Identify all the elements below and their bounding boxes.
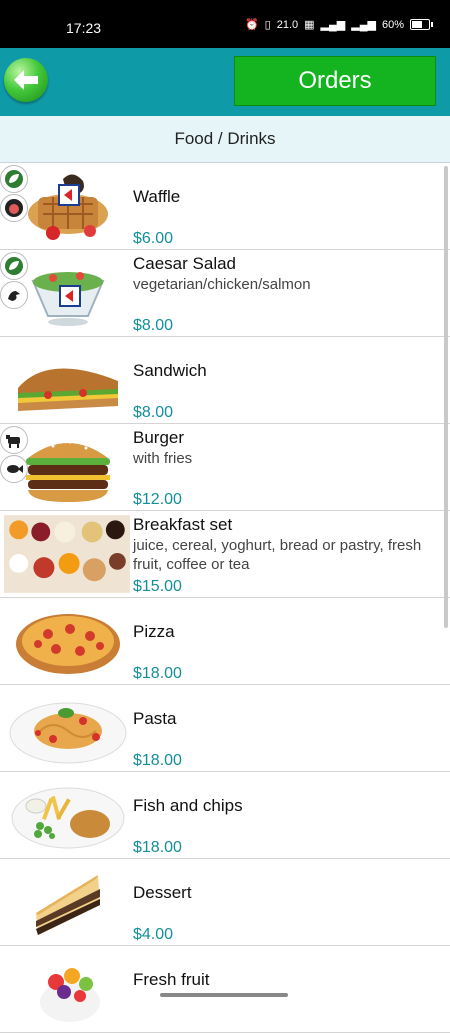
contains-egg-badge — [0, 194, 28, 222]
status-time: 17:23 — [66, 20, 102, 36]
item-name: Sandwich — [133, 361, 207, 380]
network-speed: 21.0 — [276, 18, 299, 31]
menu-item-dessert[interactable]: Dessert $4.00 — [0, 859, 450, 946]
vegetarian-badge — [0, 165, 28, 193]
app-bar: Orders — [0, 48, 450, 116]
item-name: Fresh fruit — [133, 970, 210, 989]
menu-item-caesar-salad[interactable]: Caesar Salad vegetarian/chicken/salmon $… — [0, 250, 450, 337]
back-button[interactable] — [4, 58, 48, 102]
volte-icon: ▦ — [304, 19, 315, 31]
cow-icon — [6, 435, 20, 448]
signal-icon: ▂▄▆ — [320, 19, 346, 31]
orders-button[interactable]: Orders — [234, 56, 436, 106]
item-description: with fries — [133, 450, 193, 467]
menu-item-fish-and-chips[interactable]: Fish and chips $18.00 — [0, 772, 450, 859]
item-name: Fish and chips — [133, 796, 243, 815]
item-description: juice, cereal, yoghurt, bread or pastry,… — [133, 537, 422, 573]
alarm-icon: ⏰ — [244, 19, 259, 31]
item-name: Waffle — [133, 187, 181, 206]
gesture-nav-handle[interactable] — [160, 993, 288, 997]
beef-badge — [0, 426, 28, 454]
menu-item-burger[interactable]: Burger with fries $12.00 — [0, 424, 450, 511]
item-price: $6.00 — [133, 230, 174, 247]
menu-item-fresh-fruit[interactable]: Fresh fruit — [0, 946, 450, 1033]
status-icons: ⏰ ▯ 21.0 ▦ ▂▄▆ ▂▄▆ 60% — [244, 18, 433, 31]
item-price: $18.00 — [133, 665, 182, 682]
list-scrollbar[interactable] — [444, 166, 448, 628]
chicken-icon — [8, 291, 20, 301]
fish-and-chips-image — [11, 787, 125, 849]
dessert-image — [36, 875, 100, 935]
sandwich-image — [18, 368, 118, 411]
leaf-icon — [5, 170, 23, 188]
item-price: $12.00 — [133, 491, 182, 508]
menu-list: Waffle $6.00 Caesar Salad vegetarian/chi… — [0, 163, 450, 1033]
item-name: Burger — [133, 428, 185, 447]
item-price: $8.00 — [133, 404, 174, 421]
battery-percent: 60% — [381, 18, 404, 31]
fish-badge — [0, 455, 28, 483]
item-name: Breakfast set — [133, 515, 233, 534]
breakfast-image — [4, 515, 130, 593]
item-price: $15.00 — [133, 578, 182, 595]
pasta-image — [9, 702, 127, 764]
leaf-icon — [5, 257, 23, 275]
pizza-image — [16, 614, 120, 674]
chicken-badge — [0, 281, 28, 309]
menu-item-pasta[interactable]: Pasta $18.00 — [0, 685, 450, 772]
signal-icon-2: ▂▄▆ — [351, 19, 376, 31]
arrow-left-icon — [14, 70, 38, 90]
item-description: vegetarian/chicken/salmon — [133, 276, 311, 293]
menu-item-pizza[interactable]: Pizza $18.00 — [0, 598, 450, 685]
item-price: $4.00 — [133, 926, 174, 943]
fruit-image — [40, 968, 100, 1022]
item-name: Caesar Salad — [133, 254, 237, 273]
item-name: Pasta — [133, 709, 177, 728]
chef-icon — [5, 199, 23, 217]
menu-item-sandwich[interactable]: Sandwich $8.00 — [0, 337, 450, 424]
item-name: Dessert — [133, 883, 192, 902]
menu-item-waffle[interactable]: Waffle $6.00 — [0, 163, 450, 250]
fish-icon — [7, 465, 23, 473]
menu-item-breakfast-set[interactable]: Breakfast set juice, cereal, yoghurt, br… — [0, 511, 450, 598]
item-name: Pizza — [133, 622, 175, 641]
battery-icon — [410, 19, 433, 30]
item-price: $18.00 — [133, 752, 182, 769]
tab-food-drinks[interactable]: Food / Drinks — [0, 116, 450, 163]
status-bar: 17:23 ⏰ ▯ 21.0 ▦ ▂▄▆ ▂▄▆ 60% — [0, 0, 450, 48]
vibrate-icon: ▯ — [264, 19, 271, 31]
item-price: $8.00 — [133, 317, 174, 334]
item-price: $18.00 — [133, 839, 182, 856]
vegetarian-badge — [0, 252, 28, 280]
